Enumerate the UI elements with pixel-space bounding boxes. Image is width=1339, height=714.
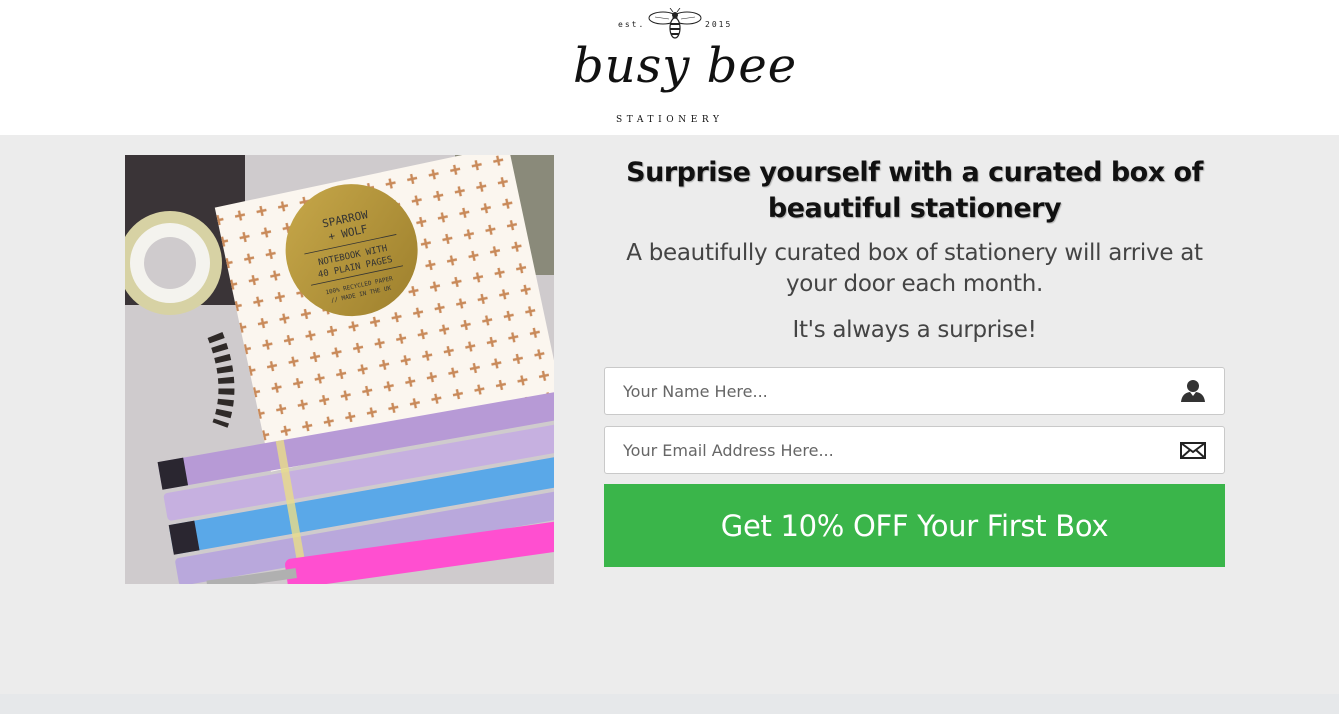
- envelope-icon: [1180, 442, 1206, 459]
- email-input[interactable]: [605, 427, 1165, 473]
- email-field[interactable]: [604, 426, 1225, 474]
- user-icon: [1181, 380, 1205, 402]
- footer-strip: [0, 694, 1339, 714]
- page-headline: Surprise yourself with a curated box of …: [626, 157, 1203, 224]
- header: est. 2015 busy bee STATIONERY: [0, 0, 1339, 135]
- logo-script-text: busy bee: [573, 38, 798, 94]
- stationery-photo: SPARROW + WOLF NOTEBOOK WITH 40 PLAIN PA…: [125, 155, 554, 584]
- busy-bee-logo[interactable]: est. 2015 busy bee STATIONERY: [570, 8, 796, 130]
- name-field[interactable]: [604, 367, 1225, 415]
- logo-year-text: 2015: [705, 20, 733, 29]
- logo-est-text: est.: [618, 20, 646, 29]
- bee-icon: [648, 8, 702, 39]
- stationery-illustration: SPARROW + WOLF NOTEBOOK WITH 40 PLAIN PA…: [125, 155, 554, 584]
- get-discount-button[interactable]: Get 10% OFF Your First Box: [604, 484, 1225, 567]
- surprise-text: It's always a surprise!: [792, 317, 1037, 343]
- page-subtext: A beautifully curated box of stationery …: [626, 240, 1203, 297]
- logo-sub-text: STATIONERY: [616, 115, 724, 125]
- name-input[interactable]: [605, 368, 1165, 414]
